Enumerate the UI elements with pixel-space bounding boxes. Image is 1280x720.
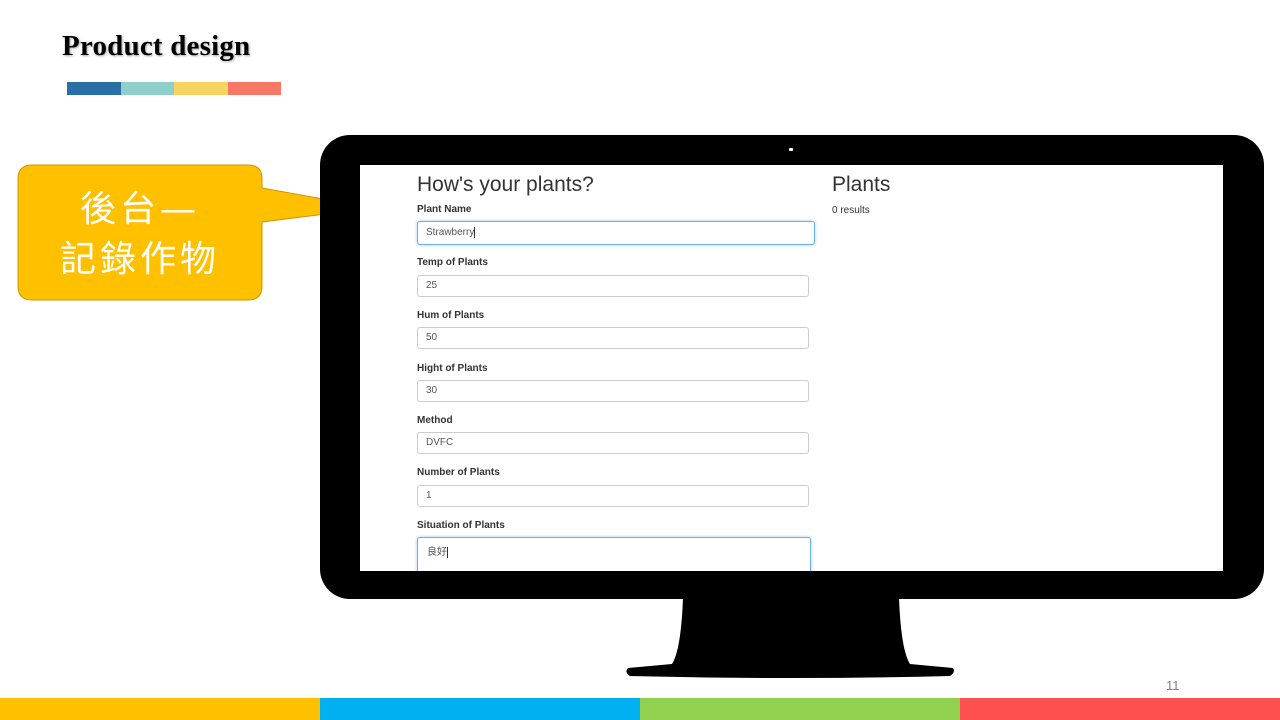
text-cursor xyxy=(447,546,448,558)
method-label: Method xyxy=(417,415,453,426)
number-label: Number of Plants xyxy=(417,467,500,478)
page-number: 11 xyxy=(1166,678,1180,693)
height-input[interactable]: 30 xyxy=(417,380,809,402)
method-input[interactable]: DVFC xyxy=(417,432,809,454)
footer-segment-blue xyxy=(320,698,640,720)
callout-text: 後台— 記錄作物 xyxy=(20,185,260,285)
results-count: 0 results xyxy=(832,205,870,216)
camera-icon xyxy=(789,148,793,151)
plant-name-value: Strawberry xyxy=(426,227,475,238)
footer-segment-orange xyxy=(0,698,320,720)
text-cursor xyxy=(474,226,476,238)
hum-label: Hum of Plants xyxy=(417,310,485,321)
plant-name-input[interactable]: Strawberry xyxy=(417,221,815,245)
plants-heading: Plants xyxy=(832,173,891,196)
plant-name-label: Plant Name xyxy=(417,204,472,215)
situation-value: 良好 xyxy=(427,547,447,558)
app-screen: How's your plants? Plant Name Strawberry… xyxy=(360,165,1223,571)
temp-input[interactable]: 25 xyxy=(417,275,809,297)
callout-line-2: 記錄作物 xyxy=(59,239,220,280)
situation-label: Situation of Plants xyxy=(417,520,505,531)
footer-color-bar xyxy=(0,698,1280,720)
form-heading: How's your plants? xyxy=(417,173,594,196)
temp-label: Temp of Plants xyxy=(417,257,488,268)
callout-line-1: 後台— xyxy=(79,189,200,230)
situation-textarea[interactable]: 良好 xyxy=(417,537,811,571)
hum-input[interactable]: 50 xyxy=(417,327,809,349)
footer-segment-green xyxy=(640,698,960,720)
number-input[interactable]: 1 xyxy=(417,485,809,507)
monitor-stand xyxy=(626,598,954,678)
height-label: Hight of Plants xyxy=(417,363,488,374)
footer-segment-red xyxy=(960,698,1280,720)
